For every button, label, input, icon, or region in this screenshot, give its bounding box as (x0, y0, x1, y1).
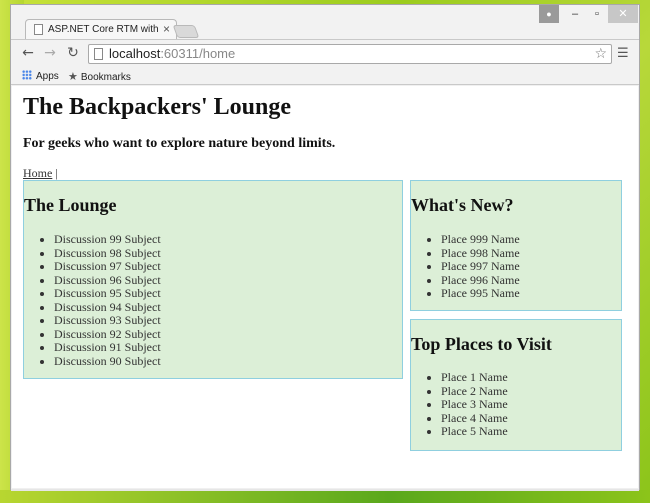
forward-arrow-icon[interactable]: → (42, 45, 58, 61)
new-tab-button[interactable] (172, 25, 200, 38)
title-bar: ASP.NET Core RTM with A × ● – ▫ ✕ (11, 5, 639, 39)
browser-toolbar: ← → ↻ localhost:60311/home ☆ ☰ (11, 39, 639, 67)
list-item: Discussion 95 Subject (54, 286, 161, 301)
nav-home-link[interactable]: Home (23, 166, 52, 180)
reload-icon[interactable]: ↻ (65, 45, 81, 61)
list-item: Place 998 Name (441, 246, 520, 261)
whats-new-list: Place 999 Name Place 998 Name Place 997 … (441, 232, 520, 301)
list-item: Place 5 Name (441, 424, 508, 439)
profile-icon[interactable]: ● (539, 5, 559, 23)
whats-new-heading: What's New? (411, 195, 514, 215)
list-item: Discussion 99 Subject (54, 232, 161, 247)
list-item: Place 3 Name (441, 397, 508, 412)
site-nav: Home | (23, 166, 58, 181)
close-window-button[interactable]: ✕ (608, 5, 638, 23)
list-item: Discussion 92 Subject (54, 327, 161, 342)
nav-separator: | (55, 166, 58, 180)
list-item: Place 995 Name (441, 286, 520, 301)
top-places-list: Place 1 Name Place 2 Name Place 3 Name P… (441, 370, 508, 439)
list-item: Place 997 Name (441, 259, 520, 274)
tab-title: ASP.NET Core RTM with A (48, 24, 160, 35)
top-places-heading: Top Places to Visit (411, 334, 552, 354)
list-item: Place 1 Name (441, 370, 508, 385)
list-item: Place 999 Name (441, 232, 520, 247)
list-item: Discussion 97 Subject (54, 259, 161, 274)
lounge-heading: The Lounge (24, 195, 117, 215)
browser-tab[interactable]: ASP.NET Core RTM with A × (25, 19, 177, 39)
star-icon: ★ (68, 70, 78, 83)
page-icon (34, 24, 43, 35)
address-bar[interactable]: localhost:60311/home ☆ (88, 44, 612, 64)
browser-window: ASP.NET Core RTM with A × ● – ▫ ✕ ← → ↻ … (10, 4, 640, 491)
desktop-wallpaper-bottom (0, 490, 650, 503)
list-item: Discussion 98 Subject (54, 246, 161, 261)
back-arrow-icon[interactable]: ← (20, 45, 36, 61)
whats-new-panel: What's New? Place 999 Name Place 998 Nam… (410, 180, 622, 311)
minimize-button[interactable]: – (564, 5, 586, 23)
page-subtitle: For geeks who want to explore nature bey… (23, 136, 336, 151)
list-item: Discussion 90 Subject (54, 354, 161, 369)
hamburger-menu-icon[interactable]: ☰ (617, 46, 629, 61)
bookmark-apps[interactable]: Apps (22, 70, 59, 82)
bookmarks-bar: Apps ★ Bookmarks (11, 67, 639, 85)
list-item: Place 4 Name (441, 411, 508, 426)
top-places-panel: Top Places to Visit Place 1 Name Place 2… (410, 319, 622, 451)
apps-grid-icon (22, 70, 32, 80)
bookmark-bookmarks[interactable]: ★ Bookmarks (68, 70, 131, 83)
list-item: Discussion 94 Subject (54, 300, 161, 315)
page-viewport: The Backpackers' Lounge For geeks who wa… (12, 86, 638, 488)
list-item: Place 996 Name (441, 273, 520, 288)
star-icon[interactable]: ☆ (594, 45, 607, 63)
list-item: Place 2 Name (441, 384, 508, 399)
page-icon (94, 48, 103, 60)
page-title: The Backpackers' Lounge (23, 94, 292, 120)
list-item: Discussion 96 Subject (54, 273, 161, 288)
window-bottom-border (11, 489, 639, 491)
url-text: localhost:60311/home (109, 46, 236, 61)
list-item: Discussion 93 Subject (54, 313, 161, 328)
lounge-list: Discussion 99 Subject Discussion 98 Subj… (54, 232, 161, 369)
close-tab-icon[interactable]: × (163, 22, 170, 36)
list-item: Discussion 91 Subject (54, 340, 161, 355)
maximize-button[interactable]: ▫ (586, 5, 608, 23)
lounge-panel: The Lounge Discussion 99 Subject Discuss… (23, 180, 403, 379)
